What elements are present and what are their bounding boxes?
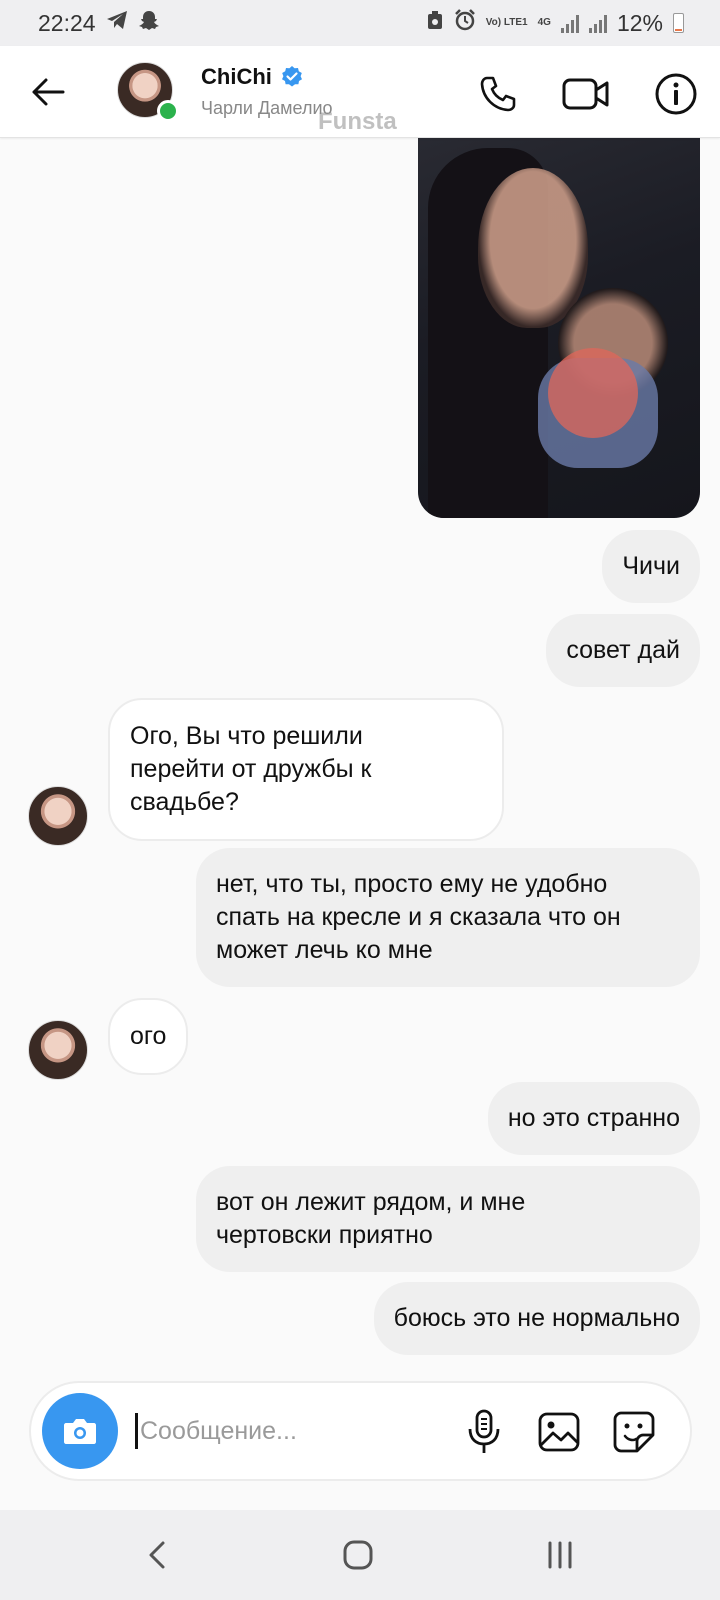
contact-name-text: ChiChi xyxy=(201,64,272,89)
watermark: Funsta xyxy=(318,108,397,135)
contact-name[interactable]: ChiChi xyxy=(201,64,304,90)
status-right: Vo) LTE1 4G 12% xyxy=(426,9,684,37)
image-icon xyxy=(538,1412,580,1452)
photo-message[interactable] xyxy=(418,128,700,518)
info-button[interactable] xyxy=(650,68,702,120)
signal-icon xyxy=(560,13,579,33)
message-bubble-incoming[interactable]: Ого, Вы что решили перейти от дружбы к с… xyxy=(108,698,504,841)
arrow-left-icon xyxy=(32,78,65,106)
online-status-dot xyxy=(157,100,179,122)
photo-content-cloth-2 xyxy=(548,348,638,438)
message-input[interactable] xyxy=(140,1416,440,1446)
chat-header: ChiChi Чарли Дамелио Funsta xyxy=(0,46,720,138)
message-list[interactable]: Чичи совет дай Ого, Вы что решили перейт… xyxy=(0,128,720,1370)
message-input-wrap[interactable] xyxy=(135,1408,465,1454)
camera-icon xyxy=(64,1419,96,1444)
status-bar: 22:24 Vo) LTE1 4G 12% xyxy=(0,0,720,46)
sender-avatar xyxy=(28,1020,88,1080)
message-composer xyxy=(29,1381,692,1481)
alarm-icon xyxy=(454,9,476,37)
message-bubble-incoming[interactable]: ого xyxy=(108,998,189,1075)
sticker-icon xyxy=(613,1411,655,1453)
verified-badge-icon xyxy=(281,66,302,87)
battery-percent: 12% xyxy=(616,9,663,36)
chevron-left-icon xyxy=(149,1541,165,1569)
call-button[interactable] xyxy=(472,68,524,120)
message-bubble-outgoing[interactable]: совет дай xyxy=(546,614,700,687)
phone-icon xyxy=(480,76,516,112)
nav-home-button[interactable] xyxy=(328,1530,388,1580)
contact-avatar[interactable] xyxy=(117,62,179,122)
sender-avatar xyxy=(28,786,88,846)
recycle-icon xyxy=(426,10,444,36)
sticker-button[interactable] xyxy=(609,1407,659,1457)
recents-icon xyxy=(548,1541,572,1569)
snapchat-icon xyxy=(138,9,160,37)
status-left: 22:24 xyxy=(38,9,160,37)
battery-icon xyxy=(673,13,684,33)
telegram-icon xyxy=(106,10,128,36)
info-icon xyxy=(655,73,697,115)
volte-label: Vo) LTE1 xyxy=(485,17,528,28)
video-camera-icon xyxy=(562,78,609,110)
camera-button[interactable] xyxy=(42,1393,118,1469)
system-nav-bar xyxy=(0,1510,720,1600)
message-bubble-outgoing[interactable]: боюсь это не нормально xyxy=(373,1282,700,1355)
signal-icon-2 xyxy=(588,13,607,33)
message-bubble-outgoing[interactable]: нет, что ты, просто ему не удобно спать … xyxy=(196,848,700,987)
gallery-button[interactable] xyxy=(534,1407,584,1457)
photo-content-face xyxy=(478,168,588,328)
nav-recents-button[interactable] xyxy=(530,1530,590,1580)
network-type-label: 4G xyxy=(537,17,551,28)
text-caret xyxy=(135,1413,138,1449)
status-time: 22:24 xyxy=(38,9,96,36)
message-bubble-outgoing[interactable]: вот он лежит рядом, и мне чертовски прия… xyxy=(196,1166,700,1272)
voice-message-button[interactable] xyxy=(459,1407,509,1457)
message-bubble-outgoing[interactable]: Чичи xyxy=(602,530,700,603)
back-button[interactable] xyxy=(24,68,72,116)
video-call-button[interactable] xyxy=(560,68,612,120)
microphone-icon xyxy=(468,1409,500,1453)
message-bubble-outgoing[interactable]: но это странно xyxy=(487,1082,700,1155)
home-square-icon xyxy=(343,1540,373,1570)
contact-subtitle: Чарли Дамелио xyxy=(201,98,333,118)
nav-back-button[interactable] xyxy=(127,1530,187,1580)
